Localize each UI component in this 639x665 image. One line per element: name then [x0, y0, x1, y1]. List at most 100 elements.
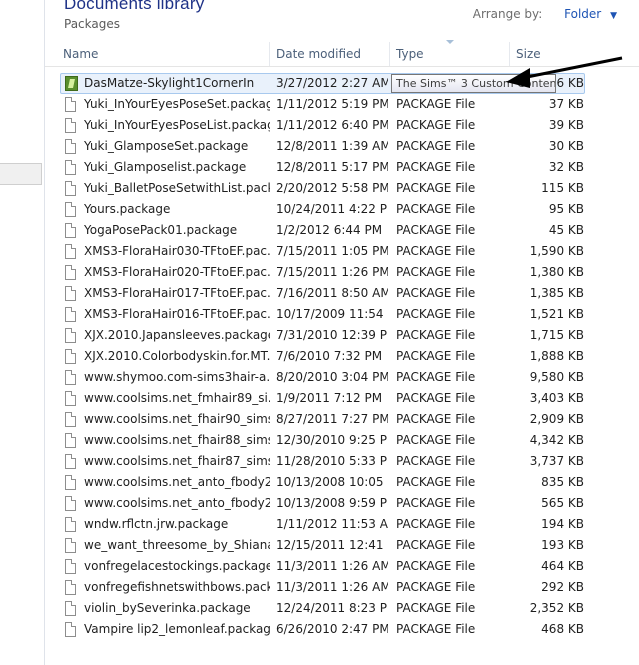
file-row[interactable]: www.coolsims.net_fhair87_sims... 11/28/20… [45, 451, 639, 472]
file-icon [65, 307, 78, 323]
navigation-pane [0, 0, 45, 665]
file-icon [65, 265, 78, 281]
file-row[interactable]: www.coolsims.net_fhair88_sims... 12/30/20… [45, 430, 639, 451]
file-type: PACKAGE File [396, 160, 476, 174]
file-icon [65, 244, 78, 260]
file-type: PACKAGE File [396, 328, 476, 342]
file-row[interactable]: Yuki_GlamposeSet.package 12/8/2011 1:39 A… [45, 136, 639, 157]
file-row[interactable]: violin_bySeverinka.package 12/24/2011 8:2… [45, 598, 639, 619]
file-type: PACKAGE File [396, 475, 476, 489]
file-date-modified: 10/13/2008 9:59 PM [276, 496, 388, 510]
file-row[interactable]: XJX.2010.Colorbodyskin.for.MT.... 7/6/201… [45, 346, 639, 367]
file-date-modified: 1/9/2011 7:12 PM [276, 391, 383, 405]
column-header-type[interactable]: Type [390, 42, 510, 66]
file-date-modified: 1/11/2012 11:53 AM [276, 517, 388, 531]
arrange-by-dropdown[interactable]: Folder [564, 7, 601, 21]
file-row[interactable]: Yuki_BalletPoseSetwithList.pack... 2/20/2… [45, 178, 639, 199]
file-icon [65, 580, 78, 596]
file-row[interactable]: Yuki_Glamposelist.package 12/8/2011 5:17 … [45, 157, 639, 178]
file-row[interactable]: Yuki_InYourEyesPoseSet.package 1/11/2012 … [45, 94, 639, 115]
file-row[interactable]: Yuki_InYourEyesPoseList.package 1/11/2012… [45, 115, 639, 136]
file-name: XJX.2010.Colorbodyskin.for.MT.... [84, 349, 270, 363]
file-size: 32 KB [548, 160, 584, 174]
file-size: 565 KB [541, 496, 584, 510]
sims-package-icon [65, 76, 78, 92]
file-icon [65, 391, 78, 407]
file-row[interactable]: XMS3-FloraHair020-TFtoEF.pac... 7/15/2011… [45, 262, 639, 283]
file-row[interactable]: Vampire lip2_lemonleaf.package 6/26/2010 … [45, 619, 639, 640]
file-name: XMS3-FloraHair016-TFtoEF.pac... [84, 307, 270, 321]
file-name: Vampire lip2_lemonleaf.package [84, 622, 270, 636]
file-size: 1,590 KB [529, 244, 584, 258]
file-icon [65, 160, 78, 176]
file-row[interactable]: vonfregefishnetswithbows.pack... 11/3/201… [45, 577, 639, 598]
file-date-modified: 2/20/2012 5:58 PM [276, 181, 388, 195]
file-type: PACKAGE File [396, 97, 476, 111]
file-size: 45 KB [548, 223, 584, 237]
file-name: www.coolsims.net_fmhair89_si... [84, 391, 270, 405]
file-name: XMS3-FloraHair020-TFtoEF.pac... [84, 265, 270, 279]
file-size: 1,888 KB [529, 349, 584, 363]
file-row[interactable]: www.coolsims.net_fhair90_sims... 8/27/201… [45, 409, 639, 430]
file-date-modified: 11/3/2011 1:26 AM [276, 580, 388, 594]
file-row[interactable]: YogaPosePack01.package 1/2/2012 6:44 PM PA… [45, 220, 639, 241]
file-row[interactable]: XJX.2010.Japansleeves.package 7/31/2010 1… [45, 325, 639, 346]
file-row[interactable]: www.coolsims.net_anto_fbody2... 10/13/200… [45, 493, 639, 514]
file-type: PACKAGE File [396, 601, 476, 615]
file-size: 1,380 KB [529, 265, 584, 279]
file-row[interactable]: XMS3-FloraHair017-TFtoEF.pac... 7/16/2011… [45, 283, 639, 304]
file-type: PACKAGE File [396, 139, 476, 153]
file-type: PACKAGE File [396, 118, 476, 132]
file-size: 4,342 KB [529, 433, 584, 447]
file-date-modified: 12/8/2011 5:17 PM [276, 160, 388, 174]
file-date-modified: 7/15/2011 1:05 PM [276, 244, 388, 258]
file-type: PACKAGE File [396, 559, 476, 573]
file-row[interactable]: www.shymoo.com-sims3hair-a... 8/20/2010 3… [45, 367, 639, 388]
file-name: XJX.2010.Japansleeves.package [84, 328, 270, 342]
file-row[interactable]: we_want_threesome_by_Shiana... 12/15/2011… [45, 535, 639, 556]
file-size: 1,715 KB [529, 328, 584, 342]
file-name: XMS3-FloraHair017-TFtoEF.pac... [84, 286, 270, 300]
file-row[interactable]: wndw.rflctn.jrw.package 1/11/2012 11:53 A… [45, 514, 639, 535]
column-header-date-modified[interactable]: Date modified [270, 42, 390, 66]
file-size: 835 KB [541, 475, 584, 489]
file-size: 2,909 KB [529, 412, 584, 426]
file-row[interactable]: XMS3-FloraHair016-TFtoEF.pac... 10/17/200… [45, 304, 639, 325]
file-date-modified: 12/8/2011 1:39 AM [276, 139, 388, 153]
file-icon [65, 118, 78, 134]
file-type: PACKAGE File [396, 286, 476, 300]
file-row[interactable]: XMS3-FloraHair030-TFtoEF.pac... 7/15/2011… [45, 241, 639, 262]
file-name: DasMatze-Skylight1CornerIn [84, 76, 255, 90]
file-date-modified: 10/13/2008 10:05 ... [276, 475, 388, 489]
file-icon [65, 412, 78, 428]
file-row[interactable]: www.coolsims.net_anto_fbody2... 10/13/200… [45, 472, 639, 493]
file-icon [65, 538, 78, 554]
file-size: 464 KB [541, 559, 584, 573]
file-size: 9,580 KB [529, 370, 584, 384]
file-size: 3,737 KB [529, 454, 584, 468]
file-icon [65, 622, 78, 638]
file-date-modified: 8/27/2011 7:27 PM [276, 412, 388, 426]
navigation-pane-selected-item[interactable] [0, 163, 42, 185]
file-date-modified: 7/16/2011 8:50 AM [276, 286, 388, 300]
file-type: PACKAGE File [396, 538, 476, 552]
file-row[interactable]: vonfregelacestockings.package 11/3/2011 1… [45, 556, 639, 577]
file-name: violin_bySeverinka.package [84, 601, 251, 615]
file-date-modified: 11/3/2011 1:26 AM [276, 559, 388, 573]
column-header-name[interactable]: Name [57, 42, 270, 66]
file-icon [65, 349, 78, 365]
file-icon [65, 139, 78, 155]
file-name: www.coolsims.net_fhair90_sims... [84, 412, 270, 426]
file-row[interactable]: www.coolsims.net_fmhair89_si... 1/9/2011 … [45, 388, 639, 409]
arrange-by-control: Arrange by: Folder ▼ [473, 7, 617, 21]
chevron-down-icon[interactable]: ▼ [610, 11, 617, 21]
file-name: Yuki_InYourEyesPoseList.package [84, 118, 270, 132]
file-type: PACKAGE File [396, 223, 476, 237]
file-icon [65, 286, 78, 302]
arrange-by-label: Arrange by: [472, 7, 543, 21]
file-date-modified: 11/28/2010 5:33 PM [276, 454, 388, 468]
file-icon [65, 328, 78, 344]
file-icon [65, 559, 78, 575]
file-date-modified: 10/17/2009 11:54 ... [276, 307, 388, 321]
file-row[interactable]: Yours.package 10/24/2011 4:22 PM PACKAGE F… [45, 199, 639, 220]
